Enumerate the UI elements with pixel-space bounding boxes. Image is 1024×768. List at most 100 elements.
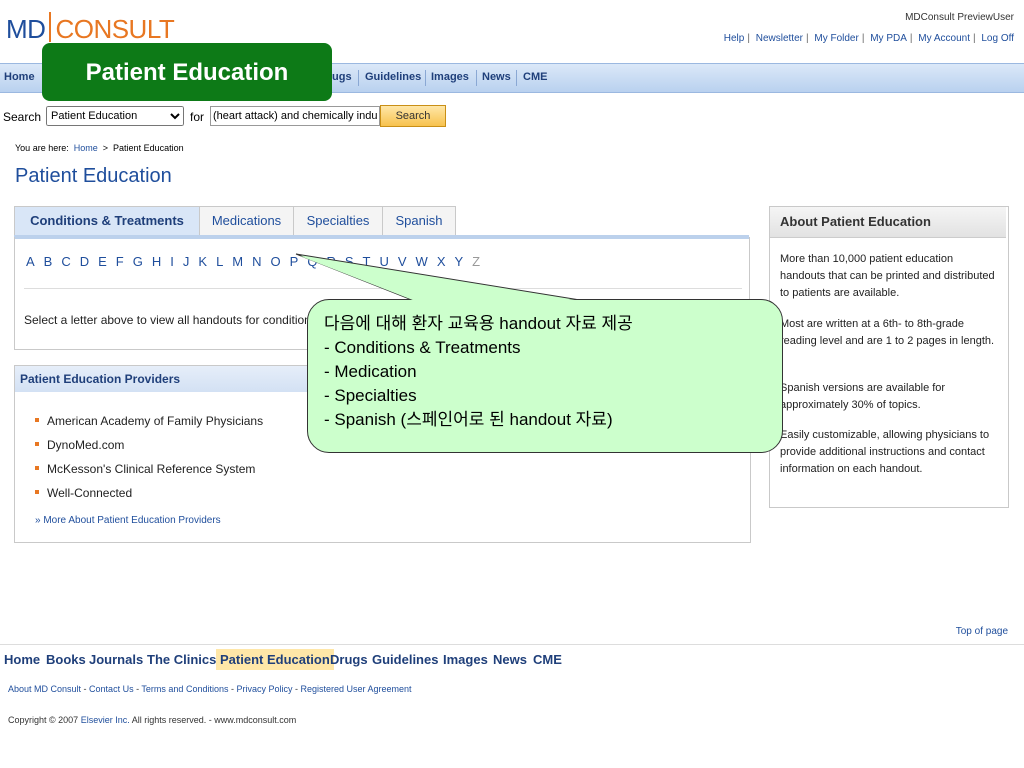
nav-cme[interactable]: CME: [523, 71, 547, 83]
divider: [24, 288, 742, 289]
nav-news[interactable]: News: [482, 71, 511, 83]
letter-link[interactable]: W: [416, 254, 428, 269]
letter-link[interactable]: O: [271, 254, 281, 269]
more-providers-link[interactable]: » More About Patient Education Providers: [35, 515, 221, 526]
help-link[interactable]: Help: [724, 33, 745, 44]
footer-nav-images[interactable]: Images: [443, 652, 488, 667]
privacy-link[interactable]: Privacy Policy: [236, 684, 292, 694]
about-paragraph: Most are written at a 6th- to 8th-grade …: [780, 318, 995, 347]
letter-link[interactable]: V: [398, 254, 407, 269]
search-row: Search Patient Education for Search: [0, 103, 460, 127]
newsletter-link[interactable]: Newsletter: [756, 33, 803, 44]
log-off-link[interactable]: Log Off: [981, 33, 1014, 44]
letter-link[interactable]: S: [345, 254, 354, 269]
breadcrumb-current: Patient Education: [113, 143, 184, 153]
letter-link[interactable]: M: [232, 254, 243, 269]
search-button[interactable]: Search: [380, 105, 446, 127]
nav-home[interactable]: Home: [4, 71, 35, 83]
about-link[interactable]: About MD Consult: [8, 684, 81, 694]
letter-link[interactable]: T: [363, 254, 371, 269]
terms-link[interactable]: Terms and Conditions: [141, 684, 228, 694]
letter-link[interactable]: C: [61, 254, 70, 269]
bullet-icon: [35, 442, 39, 446]
my-folder-link[interactable]: My Folder: [814, 33, 858, 44]
contact-link[interactable]: Contact Us: [89, 684, 134, 694]
top-of-page-link[interactable]: Top of page: [956, 626, 1008, 637]
tab-medications[interactable]: Medications: [199, 206, 294, 237]
list-item[interactable]: McKesson's Clinical Reference System: [35, 457, 263, 481]
logo-md: MD: [6, 14, 46, 44]
letter-link[interactable]: N: [252, 254, 261, 269]
letter-link[interactable]: X: [437, 254, 446, 269]
about-paragraph: More than 10,000 patient education hando…: [780, 253, 995, 299]
my-pda-link[interactable]: My PDA: [870, 33, 907, 44]
letter-link[interactable]: D: [80, 254, 89, 269]
tab-specialties[interactable]: Specialties: [293, 206, 383, 237]
search-scope-select[interactable]: Patient Education: [46, 106, 184, 126]
my-account-link[interactable]: My Account: [918, 33, 970, 44]
callout-line: - Medication: [324, 362, 417, 381]
tab-spanish[interactable]: Spanish: [382, 206, 456, 237]
list-item[interactable]: Well-Connected: [35, 481, 263, 505]
footer-nav-clinics[interactable]: The Clinics: [147, 652, 216, 667]
logo-divider: [49, 12, 52, 42]
providers-title: Patient Education Providers: [20, 372, 181, 386]
search-input[interactable]: [210, 106, 380, 126]
callout-line: 다음에 대해 환자 교육용 handout 자료 제공: [324, 314, 633, 333]
about-paragraph: Spanish versions are available for appro…: [780, 382, 946, 411]
about-paragraph: Easily customizable, allowing physicians…: [780, 429, 990, 475]
letter-link[interactable]: G: [133, 254, 143, 269]
copyright: Copyright © 2007 Elsevier Inc. All right…: [8, 715, 296, 725]
mdconsult-logo[interactable]: MD CONSULT: [6, 12, 175, 45]
page-title: Patient Education: [15, 165, 172, 187]
nav-divider: [358, 70, 359, 86]
bullet-icon: [35, 418, 39, 422]
letter-link[interactable]: J: [183, 254, 190, 269]
nav-divider: [516, 70, 517, 86]
bullet-icon: [35, 466, 39, 470]
tab-conditions-treatments[interactable]: Conditions & Treatments: [14, 206, 200, 237]
user-agreement-link[interactable]: Registered User Agreement: [300, 684, 411, 694]
letter-link[interactable]: L: [216, 254, 223, 269]
letter-link[interactable]: P: [290, 254, 299, 269]
nav-divider: [476, 70, 477, 86]
patient-education-badge: Patient Education: [42, 43, 332, 101]
letter-link-disabled: Z: [472, 254, 481, 269]
footer-nav-patient-education[interactable]: Patient Education: [216, 649, 334, 670]
callout-line: - Conditions & Treatments: [324, 338, 521, 357]
letter-link[interactable]: A: [26, 254, 35, 269]
letter-link[interactable]: H: [152, 254, 161, 269]
bullet-icon: [35, 490, 39, 494]
letter-link[interactable]: E: [98, 254, 107, 269]
letter-link[interactable]: I: [170, 254, 174, 269]
nav-divider: [425, 70, 426, 86]
elsevier-link[interactable]: Elsevier Inc.: [81, 715, 130, 725]
footer-nav-books[interactable]: Books: [46, 652, 86, 667]
letter-link[interactable]: U: [379, 254, 388, 269]
provider-name: Well-Connected: [47, 486, 133, 500]
letter-link[interactable]: F: [116, 254, 124, 269]
for-label: for: [190, 110, 205, 124]
footer-nav-cme[interactable]: CME: [533, 652, 562, 667]
provider-name: DynoMed.com: [47, 438, 125, 452]
alphabet-index: ABCDEFGHIJKLMNOPQRSTUVWXYZ: [26, 254, 489, 269]
letter-link[interactable]: Y: [454, 254, 463, 269]
footer-nav-drugs[interactable]: Drugs: [330, 652, 368, 667]
footer-nav-home[interactable]: Home: [4, 652, 40, 667]
footer-nav-news[interactable]: News: [493, 652, 527, 667]
breadcrumb-home-link[interactable]: Home: [74, 143, 98, 153]
provider-name: McKesson's Clinical Reference System: [47, 462, 256, 476]
breadcrumb: You are here: Home > Patient Education: [15, 143, 184, 153]
letter-link[interactable]: K: [198, 254, 207, 269]
footer-nav-journals[interactable]: Journals: [89, 652, 143, 667]
providers-list: American Academy of Family Physicians Dy…: [35, 409, 263, 505]
nav-guidelines[interactable]: Guidelines: [365, 71, 421, 83]
nav-drugs[interactable]: ugs: [332, 71, 352, 83]
list-item[interactable]: American Academy of Family Physicians: [35, 409, 263, 433]
letter-link[interactable]: R: [326, 254, 335, 269]
list-item[interactable]: DynoMed.com: [35, 433, 263, 457]
letter-link[interactable]: B: [44, 254, 53, 269]
nav-images[interactable]: Images: [431, 71, 469, 83]
footer-nav-guidelines[interactable]: Guidelines: [372, 652, 438, 667]
letter-link[interactable]: Q: [307, 254, 317, 269]
